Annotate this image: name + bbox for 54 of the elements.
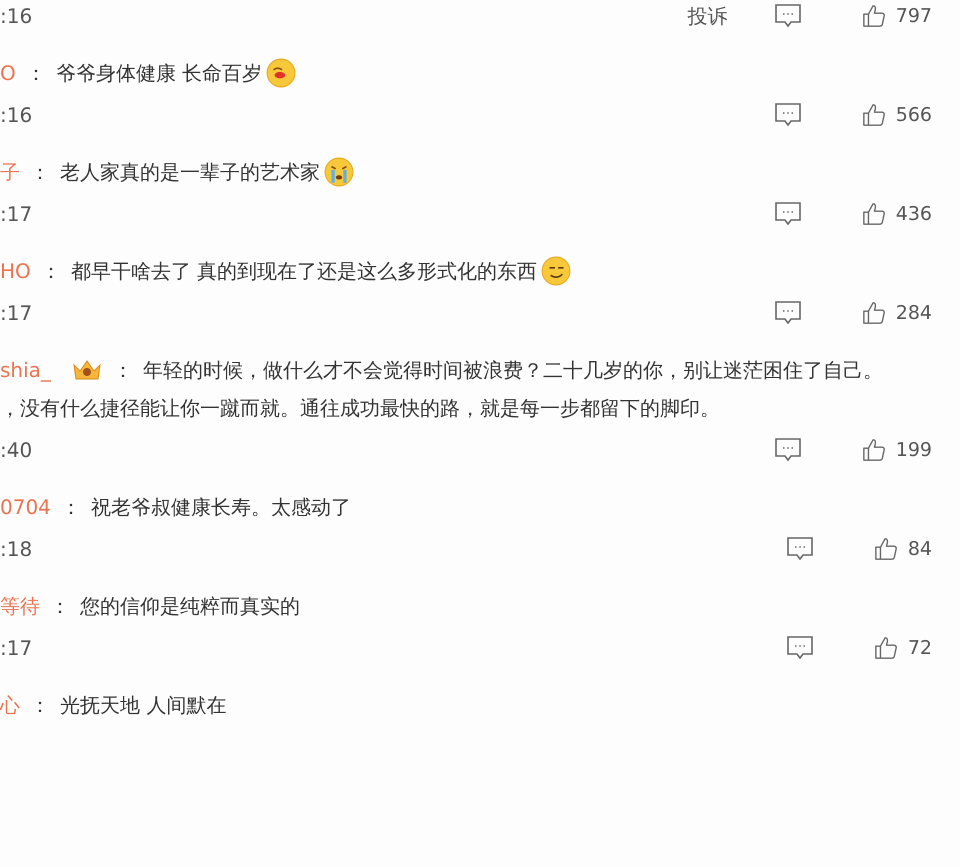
colon: ： — [26, 60, 46, 87]
like-count: 436 — [896, 202, 932, 227]
colon: ： — [30, 692, 50, 719]
colon: ： — [50, 593, 70, 620]
user-name[interactable]: O — [0, 58, 16, 88]
thumbs-up-icon[interactable] — [862, 202, 886, 226]
comment-time: :18 — [0, 536, 32, 563]
colon: ： — [60, 494, 81, 521]
like-count: 797 — [896, 4, 932, 29]
emoji-icon — [324, 157, 354, 187]
colon: ： — [30, 159, 50, 186]
comment-icon[interactable] — [774, 3, 802, 29]
thumbs-up-icon[interactable] — [874, 537, 898, 561]
report-link[interactable]: 投诉 — [688, 1, 728, 31]
like-count: 72 — [908, 636, 932, 661]
comment-icon[interactable] — [774, 437, 802, 463]
comment-text: 祝老爷叔健康长寿。太感动了 — [90, 494, 351, 521]
thumbs-up-icon[interactable] — [862, 4, 886, 28]
comment-time: :17 — [0, 635, 32, 662]
comment-icon[interactable] — [774, 300, 802, 326]
like-count: 284 — [896, 300, 932, 326]
user-name[interactable]: HO — [0, 256, 31, 286]
comment-icon[interactable] — [786, 536, 814, 562]
comment-text: 您的信仰是纯粹而真实的 — [80, 593, 300, 620]
comment-time: :16 — [0, 3, 32, 30]
comment-time: :16 — [0, 102, 32, 129]
like-count: 84 — [908, 536, 932, 562]
thumbs-up-icon[interactable] — [874, 636, 898, 660]
user-name[interactable]: 子 — [0, 157, 20, 187]
thumbs-up-icon[interactable] — [862, 438, 886, 462]
comment-text: 爷爷身体健康 长命百岁 — [56, 60, 262, 87]
like-count: 566 — [896, 102, 932, 128]
user-name[interactable]: 等待 — [0, 591, 40, 621]
emoji-icon — [541, 256, 572, 286]
comment-time: :17 — [0, 300, 32, 327]
comment-time: :17 — [0, 201, 32, 228]
comment-icon[interactable] — [774, 201, 802, 227]
colon: ： — [40, 258, 61, 285]
user-name[interactable]: 0704 — [0, 492, 51, 522]
comment-text: 光抚天地 人间默在 — [60, 692, 226, 719]
comment-icon[interactable] — [786, 635, 814, 661]
user-name[interactable]: shia_ — [0, 355, 51, 385]
colon: ： — [112, 357, 133, 384]
comment-text: 老人家真的是一辈子的艺术家 — [60, 159, 320, 186]
comment-text: 都早干啥去了 真的到现在了还是这么多形式化的东西 — [70, 258, 538, 285]
comment-text: 年轻的时候，做什么才不会觉得时间被浪费？二十几岁的你，别让迷茫困住了自己。 — [142, 357, 883, 384]
emoji-icon — [266, 58, 296, 88]
like-count: 199 — [896, 438, 932, 463]
thumbs-up-icon[interactable] — [862, 103, 886, 127]
comment-icon[interactable] — [774, 102, 802, 128]
comment-time: :40 — [0, 437, 32, 464]
user-name[interactable]: 心 — [0, 690, 20, 720]
thumbs-up-icon[interactable] — [862, 301, 886, 325]
comment-text: ，没有什么捷径能让你一蹴而就。通往成功最快的路，就是每一步都留下的脚印。 — [0, 395, 720, 422]
